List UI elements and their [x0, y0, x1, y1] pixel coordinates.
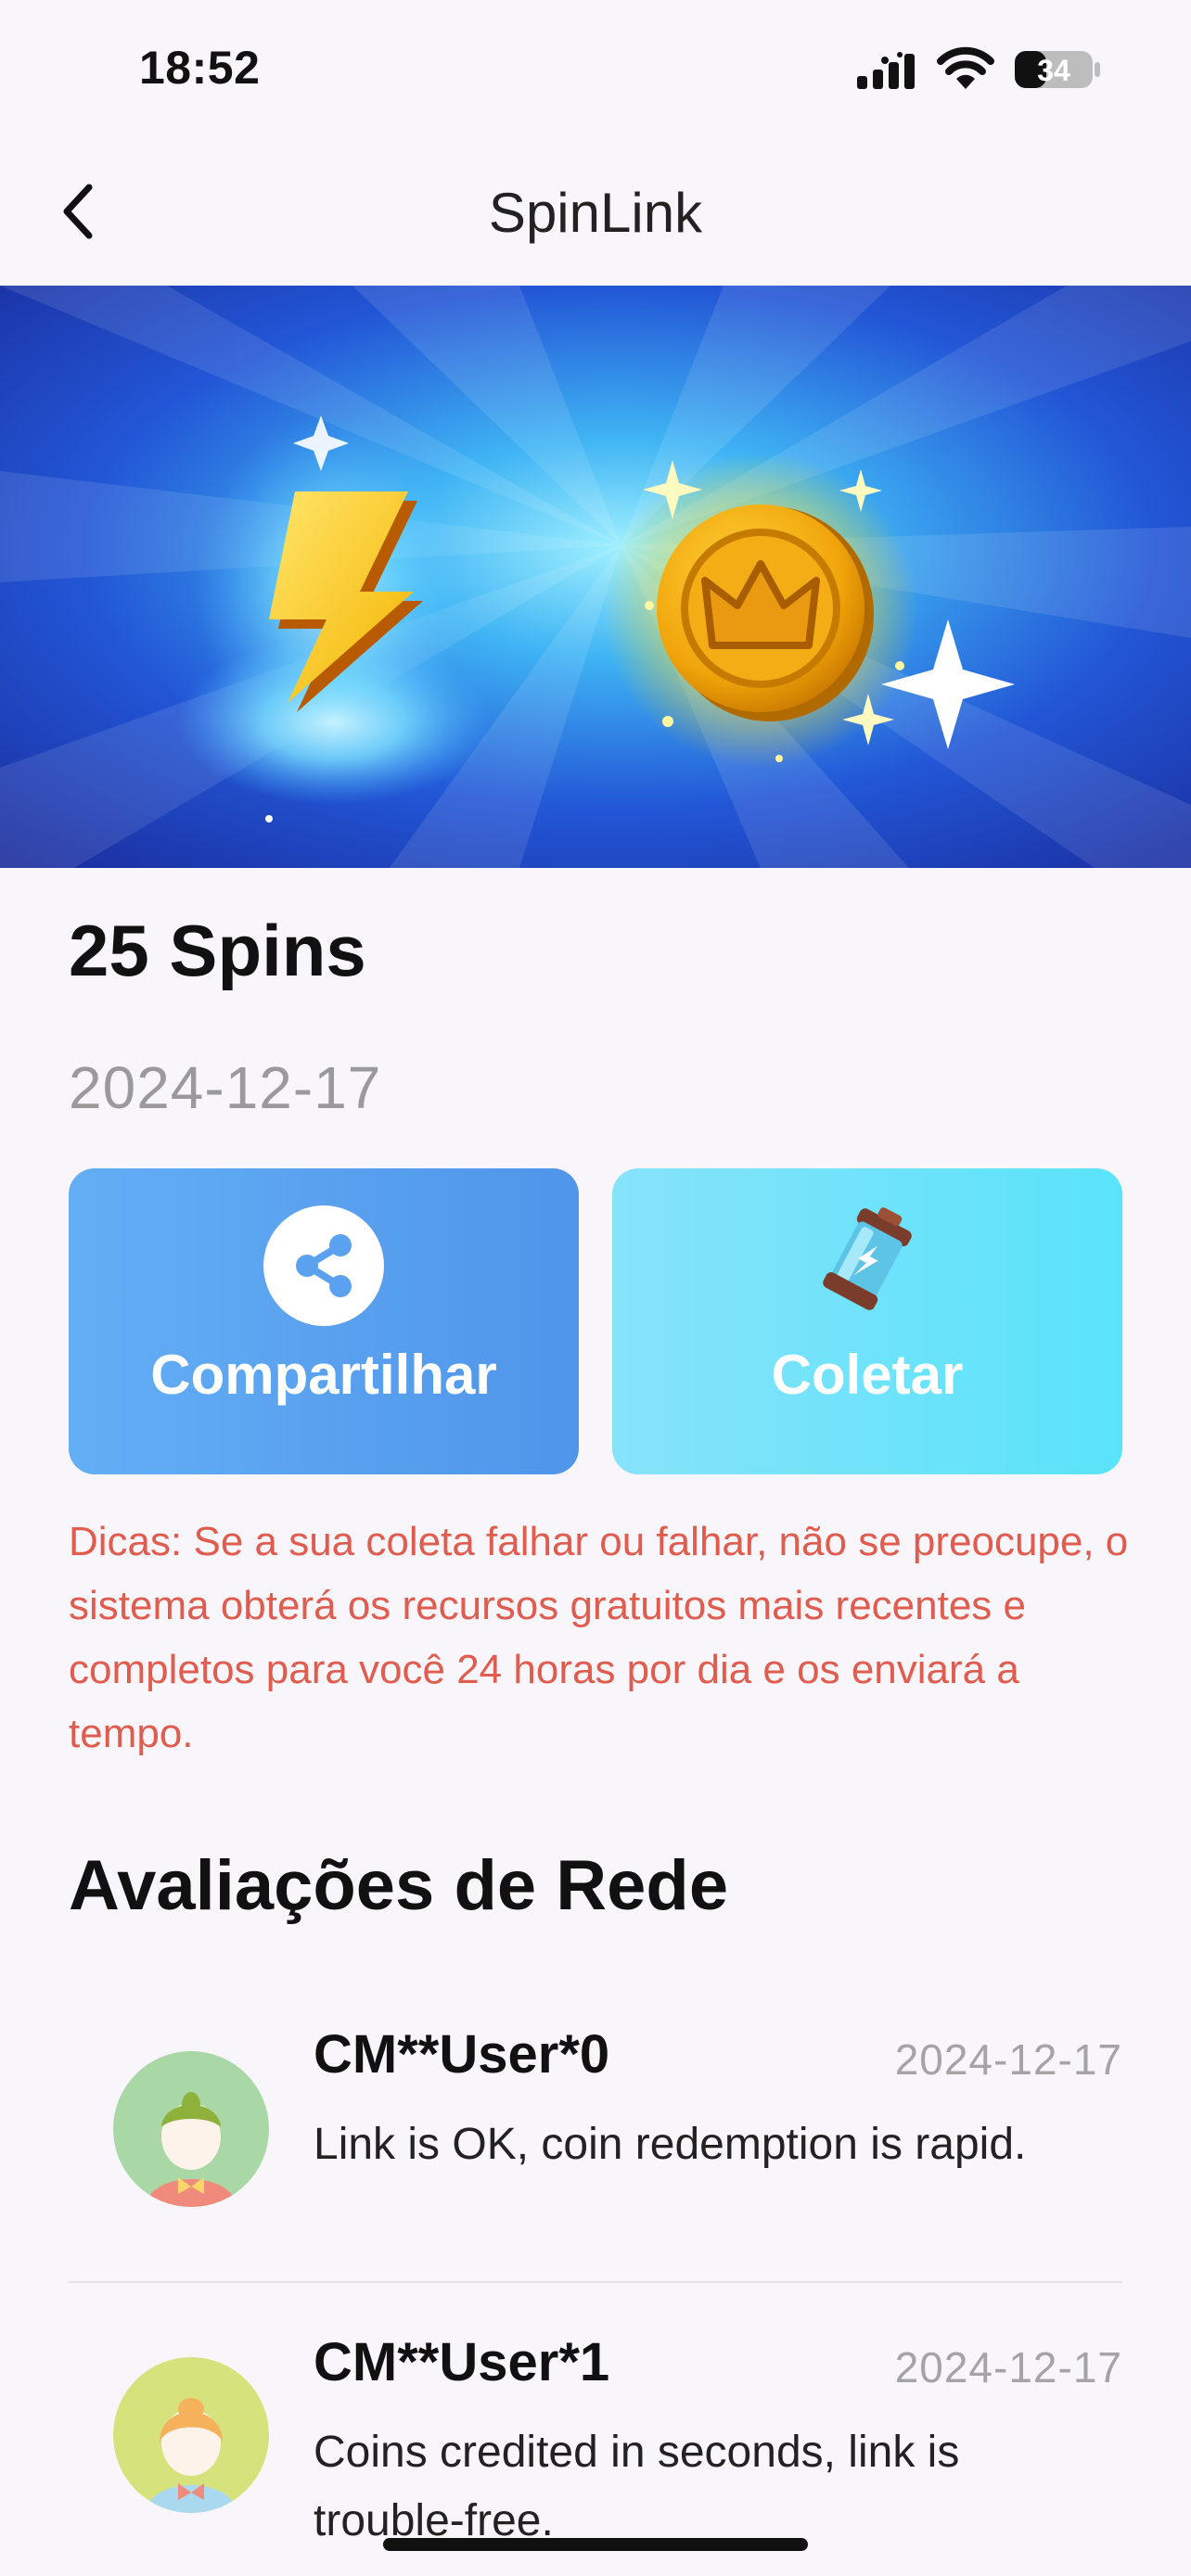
review-text: Coins credited in seconds, link is troub… — [314, 2428, 960, 2545]
collect-button-label: Coletar — [771, 1344, 964, 1406]
review-username: CM**User*1 — [314, 2332, 610, 2392]
status-bar: 18:52 34 — [0, 0, 1191, 139]
hero-banner — [0, 286, 1191, 868]
review-item: CM**User*0 2024-12-17 Link is OK, coin r… — [69, 2021, 1122, 2283]
battery-icon: 34 — [1015, 51, 1100, 88]
review-username: CM**User*0 — [314, 2024, 610, 2085]
review-date: 2024-12-17 — [894, 2035, 1122, 2084]
spinlink-page: 18:52 34 SpinLink 25 Spins 2024-12-17 Co… — [0, 0, 1191, 2576]
share-icon — [296, 1234, 352, 1297]
share-button-label: Compartilhar — [150, 1344, 497, 1406]
avatar-icon — [113, 2051, 269, 2207]
banner-illustration — [0, 286, 1191, 868]
nav-bar: SpinLink — [0, 139, 1191, 286]
review-date: 2024-12-17 — [894, 2343, 1122, 2391]
home-indicator[interactable] — [383, 2538, 808, 2551]
share-button[interactable]: Compartilhar — [69, 1168, 579, 1474]
item-title: 25 Spins — [69, 910, 366, 991]
item-date: 2024-12-17 — [69, 1054, 382, 1121]
share-icon-badge — [263, 1205, 384, 1326]
reviews-heading: Avaliações de Rede — [69, 1846, 729, 1925]
battery-level: 34 — [1037, 54, 1070, 87]
page-title: SpinLink — [488, 182, 703, 244]
status-time: 18:52 — [139, 42, 261, 94]
tips-text: Dicas: Se a sua coleta falhar ou falhar,… — [69, 1519, 1129, 1756]
wifi-icon — [937, 46, 994, 89]
avatar-icon — [113, 2357, 269, 2513]
review-text: Link is OK, coin redemption is rapid. — [314, 2120, 1027, 2169]
battery-pack-icon — [823, 1207, 912, 1310]
collect-button[interactable]: Coletar — [612, 1168, 1122, 1474]
signal-icon — [857, 52, 915, 89]
